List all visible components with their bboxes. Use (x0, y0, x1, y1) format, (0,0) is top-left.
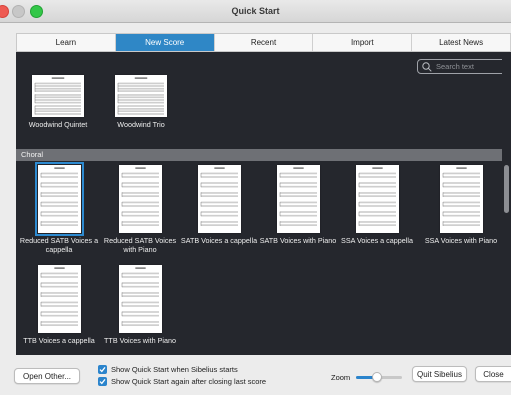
template-label: SATB Voices a cappella (180, 236, 258, 245)
tab-bar: Learn New Score Recent Import Latest New… (16, 33, 511, 52)
score-thumbnail (276, 165, 320, 233)
checkmark-icon (99, 378, 106, 385)
show-on-start-checkbox[interactable] (98, 365, 107, 374)
template-reduced-satb-a-cappella[interactable]: Reduced SATB Voices a cappella (19, 162, 99, 254)
score-thumbnail (355, 165, 399, 233)
template-label: Woodwind Quintet (28, 120, 88, 129)
checkmark-icon (99, 366, 106, 373)
open-other-button[interactable]: Open Other... (14, 368, 80, 384)
template-satb-a-cappella[interactable]: SATB Voices a cappella (179, 165, 259, 246)
score-page-preview (121, 167, 159, 226)
search-box[interactable] (417, 59, 509, 74)
score-page-preview (358, 167, 396, 226)
template-label: SSA Voices a cappella (341, 236, 413, 245)
show-on-start-option[interactable]: Show Quick Start when Sibelius starts (98, 365, 238, 374)
score-thumbnail (439, 165, 483, 233)
score-page-preview (121, 267, 159, 326)
template-label: TTB Voices a cappella (23, 336, 95, 345)
score-page-preview (200, 167, 238, 226)
tab-learn[interactable]: Learn (17, 34, 116, 51)
score-page-preview (34, 77, 81, 115)
score-thumbnail (118, 265, 162, 333)
search-input[interactable] (432, 62, 506, 71)
score-page-preview (117, 77, 164, 115)
score-page-preview (40, 267, 78, 326)
template-label: TTB Voices with Piano (104, 336, 176, 345)
footer-bar: Open Other... Show Quick Start when Sibe… (0, 355, 511, 395)
tab-import[interactable]: Import (313, 34, 413, 51)
show-after-close-option[interactable]: Show Quick Start again after closing las… (98, 377, 266, 386)
template-woodwind-quintet[interactable]: Woodwind Quintet (25, 75, 91, 130)
category-header-choral[interactable]: Choral (16, 149, 502, 161)
score-thumbnail (37, 265, 81, 333)
tab-latest-news[interactable]: Latest News (412, 34, 511, 51)
template-woodwind-trio[interactable]: Woodwind Trio (108, 75, 174, 130)
template-ssa-a-cappella[interactable]: SSA Voices a cappella (337, 165, 417, 246)
show-after-close-label: Show Quick Start again after closing las… (111, 377, 267, 386)
score-thumbnail (197, 165, 241, 233)
score-thumbnail (32, 75, 84, 117)
window-title: Quick Start (231, 6, 280, 16)
show-after-close-checkbox[interactable] (98, 377, 107, 386)
title-bar: Quick Start (0, 0, 511, 23)
score-page-preview (40, 167, 78, 226)
quit-sibelius-button[interactable]: Quit Sibelius (412, 366, 467, 382)
zoom-slider[interactable] (356, 372, 402, 382)
zoom-label: Zoom (331, 373, 351, 382)
close-button[interactable]: Close (475, 366, 511, 382)
score-thumbnail (34, 162, 84, 236)
zoom-slider-knob[interactable] (371, 372, 382, 382)
template-label: Reduced SATB Voices with Piano (103, 236, 177, 254)
show-on-start-label: Show Quick Start when Sibelius starts (111, 365, 238, 374)
vertical-scrollbar[interactable] (502, 52, 511, 355)
template-label: SSA Voices with Piano (424, 236, 498, 245)
template-reduced-satb-with-piano[interactable]: Reduced SATB Voices with Piano (100, 165, 180, 254)
score-page-preview (442, 167, 480, 226)
tab-new-score[interactable]: New Score (115, 34, 215, 51)
template-ssa-with-piano[interactable]: SSA Voices with Piano (419, 165, 503, 246)
template-ttb-with-piano[interactable]: TTB Voices with Piano (100, 265, 180, 346)
template-ttb-a-cappella[interactable]: TTB Voices a cappella (19, 265, 99, 346)
tab-recent[interactable]: Recent (215, 34, 314, 51)
score-page-preview (279, 167, 317, 226)
template-satb-with-piano[interactable]: SATB Voices with Piano (258, 165, 338, 246)
score-thumbnail (115, 75, 167, 117)
score-thumbnail (118, 165, 162, 233)
scrollbar-thumb[interactable] (504, 165, 509, 213)
search-icon (422, 61, 432, 72)
template-label: Woodwind Trio (117, 120, 165, 129)
template-gallery: Woodwind Quintet Woodwind Trio Choral Re… (16, 52, 511, 355)
template-label: SATB Voices with Piano (259, 236, 337, 245)
template-label: Reduced SATB Voices a cappella (19, 236, 99, 254)
